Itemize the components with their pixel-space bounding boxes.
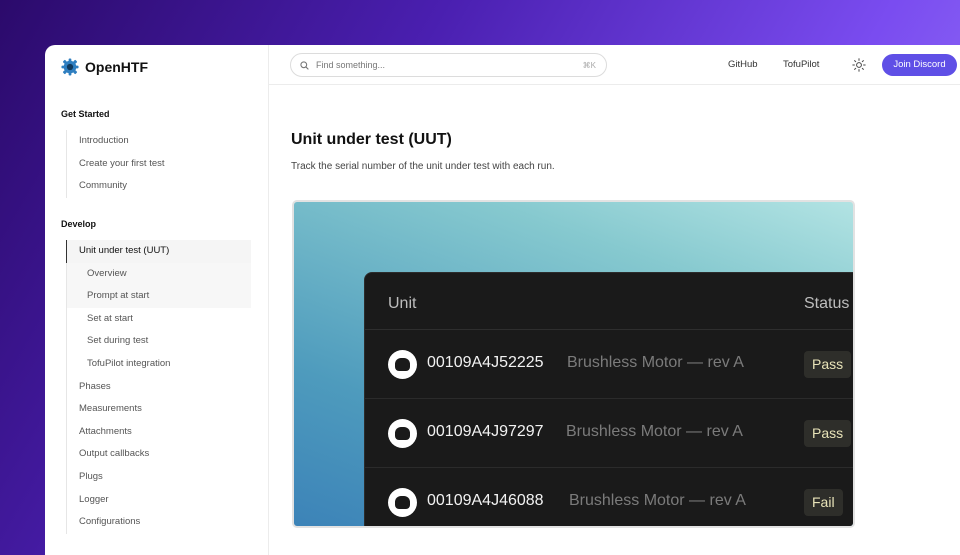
- column-header-status: Status: [804, 295, 850, 312]
- github-link[interactable]: GitHub: [728, 59, 758, 70]
- join-discord-button[interactable]: Join Discord: [882, 54, 957, 76]
- docs-window: OpenHTF Get Started Introduction Create …: [45, 45, 960, 555]
- sidebar-item-introduction[interactable]: Introduction: [67, 130, 251, 153]
- status-badge: Pass: [804, 420, 852, 447]
- sidebar-item-set-during-test[interactable]: Set during test: [67, 330, 251, 353]
- page-subtitle: Track the serial number of the unit unde…: [291, 161, 555, 172]
- sidebar: OpenHTF Get Started Introduction Create …: [45, 45, 269, 555]
- nav-group-get-started: Introduction Create your first test Comm…: [66, 130, 251, 198]
- unit-model: Brushless Motor — rev A: [569, 492, 746, 509]
- search-input[interactable]: Find something... ⌘K: [290, 53, 607, 77]
- nav-group-develop: Unit under test (UUT) Overview Prompt at…: [66, 240, 251, 534]
- search-placeholder: Find something...: [316, 60, 386, 70]
- sidebar-item-logger[interactable]: Logger: [67, 489, 251, 512]
- sidebar-item-uut[interactable]: Unit under test (UUT): [66, 240, 251, 263]
- sidebar-item-community[interactable]: Community: [67, 175, 251, 198]
- sidebar-item-prompt-at-start[interactable]: Prompt at start: [67, 285, 251, 308]
- app-name: OpenHTF: [85, 59, 148, 75]
- section-title-develop: Develop: [61, 219, 97, 229]
- table-row: 00109A4J52225 Brushless Motor — rev A Pa…: [365, 330, 853, 399]
- sidebar-item-tofupilot-integration[interactable]: TofuPilot integration: [67, 353, 251, 376]
- motor-icon: [388, 419, 417, 448]
- sidebar-item-overview[interactable]: Overview: [67, 262, 251, 286]
- table-row: 00109A4J46088 Brushless Motor — rev A Fa…: [365, 468, 853, 526]
- table-header: Unit Status: [365, 273, 853, 330]
- status-badge: Fail: [804, 489, 843, 516]
- sidebar-item-attachments[interactable]: Attachments: [67, 421, 251, 444]
- logo[interactable]: OpenHTF: [61, 57, 148, 77]
- motor-icon: [388, 350, 417, 379]
- top-bar: Find something... ⌘K GitHub TofuPilot Jo…: [269, 45, 960, 85]
- serial-number: 00109A4J46088: [427, 492, 544, 509]
- preview-image: Unit Status 00109A4J52225 Brushless Moto…: [292, 200, 855, 528]
- motor-icon: [388, 488, 417, 517]
- uut-table-preview: Unit Status 00109A4J52225 Brushless Moto…: [364, 272, 853, 526]
- column-header-unit: Unit: [388, 295, 417, 312]
- section-title-get-started: Get Started: [61, 109, 110, 119]
- serial-number: 00109A4J97297: [427, 423, 544, 440]
- status-badge: Pass: [804, 351, 852, 378]
- page-title: Unit under test (UUT): [291, 131, 452, 148]
- tofupilot-link[interactable]: TofuPilot: [783, 59, 819, 70]
- sidebar-item-plugs[interactable]: Plugs: [67, 466, 251, 489]
- sidebar-item-phases[interactable]: Phases: [67, 376, 251, 399]
- openhtf-logo-icon: [61, 58, 79, 76]
- sidebar-item-measurements[interactable]: Measurements: [67, 398, 251, 421]
- sidebar-item-create-first-test[interactable]: Create your first test: [67, 153, 251, 176]
- sidebar-item-set-at-start[interactable]: Set at start: [67, 308, 251, 331]
- serial-number: 00109A4J52225: [427, 354, 544, 371]
- sidebar-item-configurations[interactable]: Configurations: [67, 511, 251, 534]
- sidebar-item-output-callbacks[interactable]: Output callbacks: [67, 443, 251, 466]
- unit-model: Brushless Motor — rev A: [566, 423, 743, 440]
- search-icon: [300, 60, 309, 70]
- search-shortcut: ⌘K: [582, 60, 596, 70]
- sun-icon[interactable]: [852, 58, 866, 72]
- table-row: 00109A4J97297 Brushless Motor — rev A Pa…: [365, 399, 853, 468]
- unit-model: Brushless Motor — rev A: [567, 354, 744, 371]
